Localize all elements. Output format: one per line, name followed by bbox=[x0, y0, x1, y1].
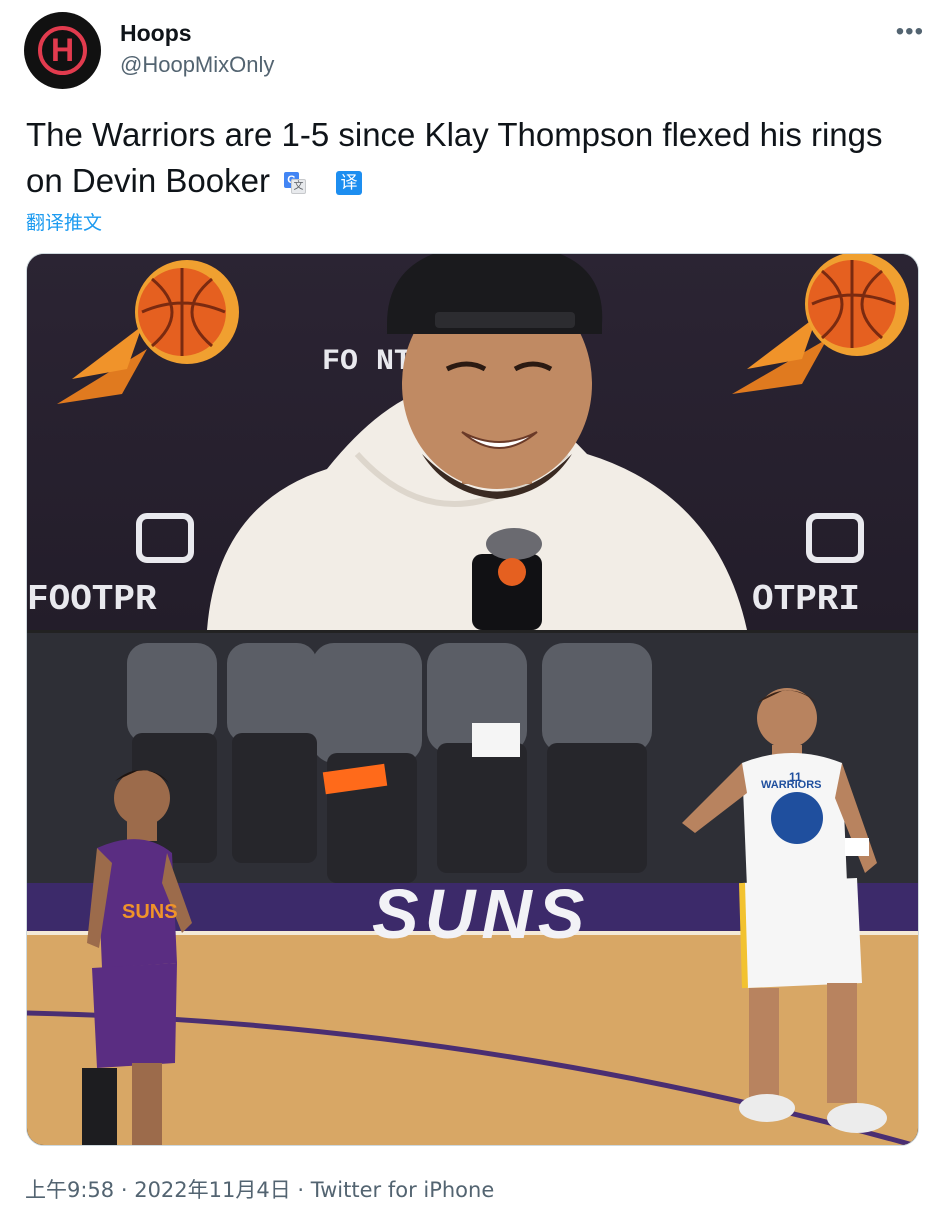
more-options-icon[interactable]: ••• bbox=[896, 18, 924, 46]
sponsor-logo-icon bbox=[806, 513, 864, 563]
tweet-media[interactable]: FOOTPR FO NT OTPRI SUNS SUNS WARRIORS 11 bbox=[26, 253, 919, 1146]
court-illustration: SUNS SUNS WARRIORS 11 bbox=[27, 633, 918, 1145]
author-handle[interactable]: @HoopMixOnly bbox=[120, 52, 274, 78]
translate-badge-icon[interactable]: 译 bbox=[335, 171, 362, 196]
separator: · bbox=[114, 1178, 135, 1202]
sponsor-logo-icon bbox=[136, 513, 194, 563]
translate-tweet-link[interactable]: 翻译推文 bbox=[26, 208, 102, 235]
tweet-date[interactable]: 2022年11月4日 bbox=[134, 1178, 291, 1202]
tweet-timestamp: 上午9:58 · 2022年11月4日 · Twitter for iPhone bbox=[25, 1174, 494, 1204]
avatar-letter: H bbox=[50, 32, 75, 68]
avatar[interactable]: H bbox=[24, 12, 101, 89]
media-panel-press-conference: FOOTPR FO NT OTPRI bbox=[27, 254, 918, 630]
suns-logo-icon bbox=[57, 260, 239, 404]
court-logo-text: SUNS bbox=[372, 875, 590, 953]
tweet-header: H Hoops @HoopMixOnly ••• bbox=[24, 12, 924, 92]
press-conference-illustration: FOOTPR FO NT OTPRI bbox=[27, 254, 909, 630]
google-translate-icon[interactable]: G文 bbox=[283, 172, 306, 195]
tweet-source: Twitter for iPhone bbox=[310, 1178, 495, 1202]
backdrop-text-right: OTPRI bbox=[752, 579, 860, 620]
media-panel-court: SUNS SUNS WARRIORS 11 bbox=[27, 633, 918, 1145]
tweet-text: The Warriors are 1-5 since Klay Thompson… bbox=[26, 112, 916, 204]
suns-logo-icon bbox=[732, 254, 909, 394]
jersey-text-left: SUNS bbox=[122, 901, 178, 923]
tweet-body: The Warriors are 1-5 since Klay Thompson… bbox=[26, 116, 883, 199]
separator: · bbox=[290, 1178, 311, 1202]
tweet-time[interactable]: 上午9:58 bbox=[25, 1178, 114, 1202]
backdrop-text-left: FOOTPR bbox=[27, 579, 157, 620]
backdrop-text-center: FO NT bbox=[322, 345, 412, 379]
author-name[interactable]: Hoops bbox=[120, 20, 192, 47]
jersey-number: 11 bbox=[789, 770, 802, 784]
